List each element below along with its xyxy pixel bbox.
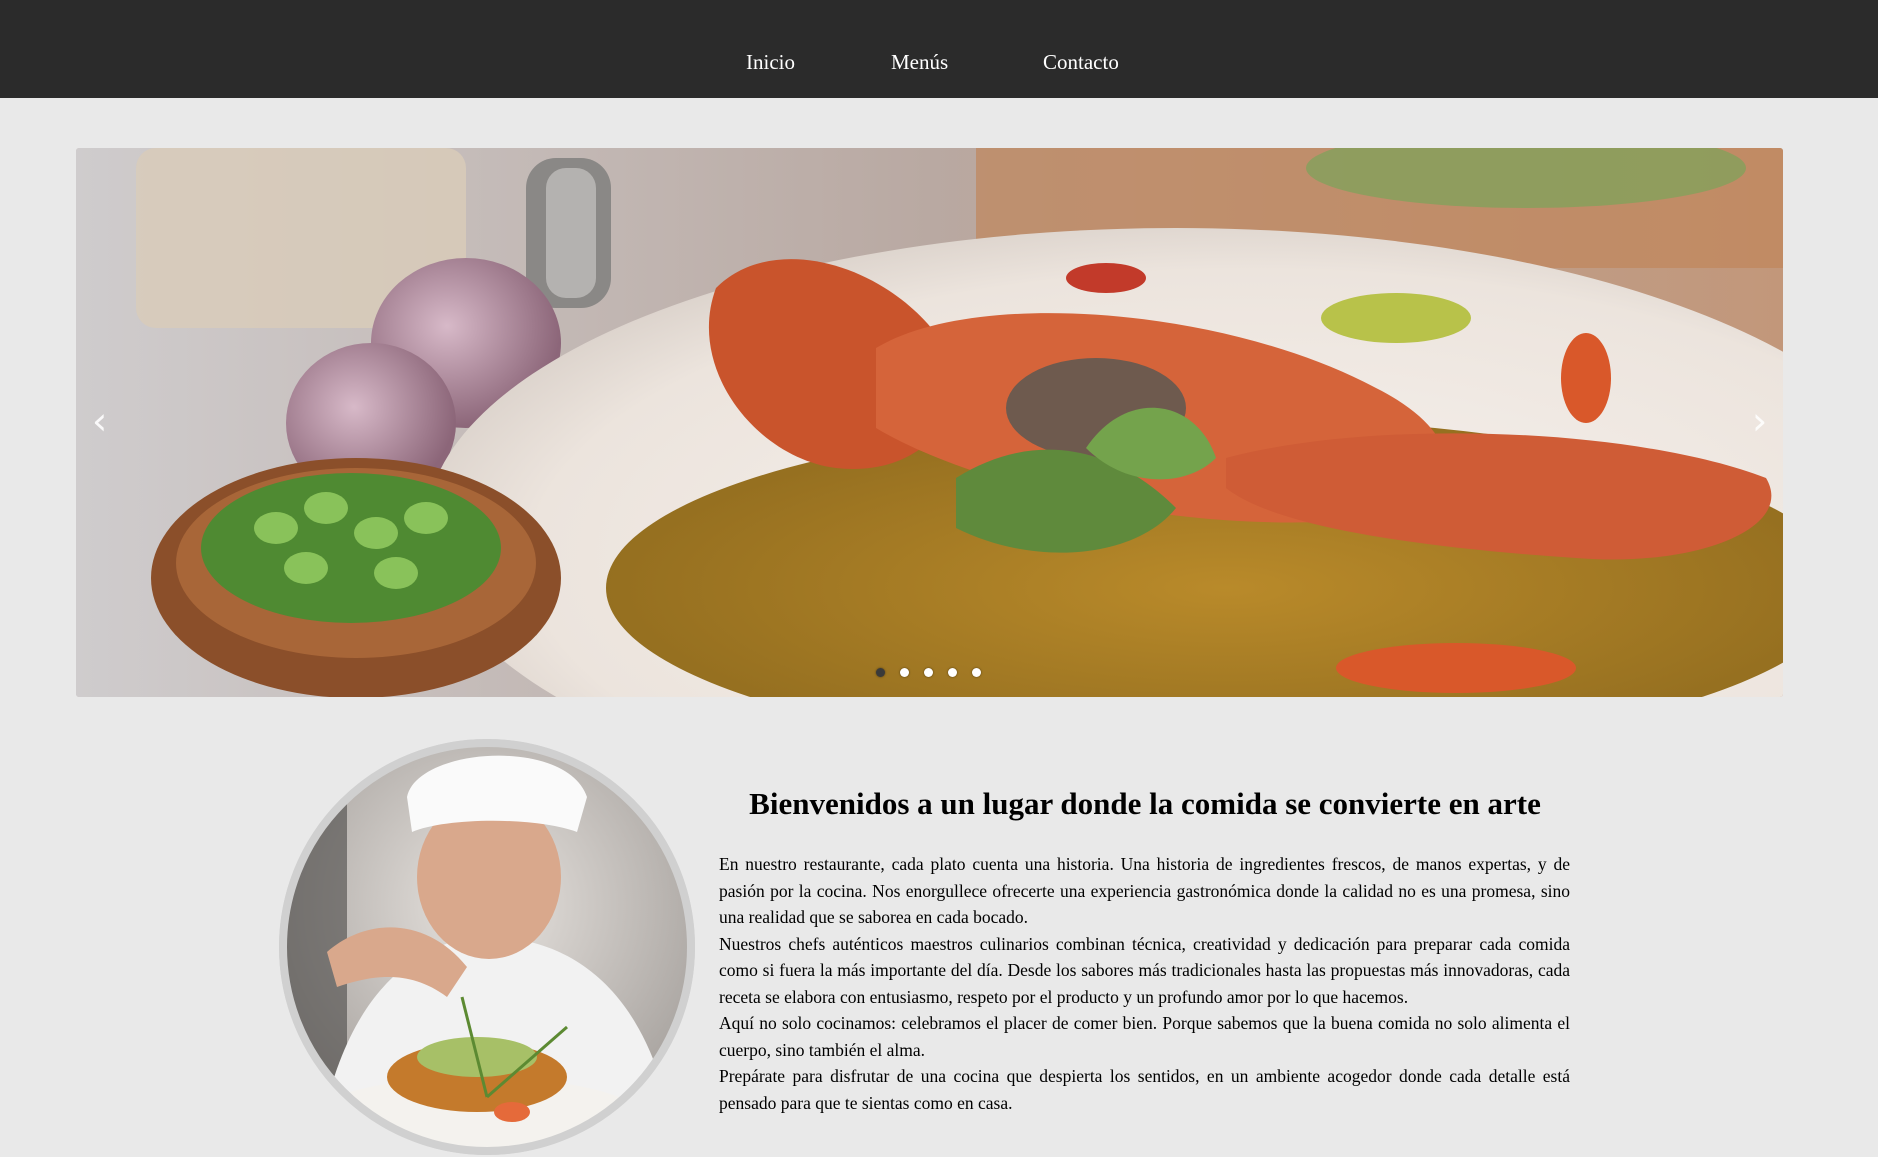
nav-link-contacto[interactable]: Contacto	[1043, 48, 1119, 76]
intro-paragraph: Aquí no solo cocinamos: celebramos el pl…	[719, 1013, 1570, 1060]
intro-paragraph: Prepárate para disfrutar de una cocina q…	[719, 1066, 1570, 1113]
nav-link-menus[interactable]: Menús	[891, 48, 948, 76]
carousel-prev-icon[interactable]: ‹	[92, 402, 107, 440]
page-title: Bienvenidos a un lugar donde la comida s…	[749, 786, 1541, 821]
intro-paragraph: Nuestros chefs auténticos maestros culin…	[719, 933, 1570, 1007]
intro-text: En nuestro restaurante, cada plato cuent…	[719, 851, 1570, 1116]
carousel-indicators	[876, 668, 981, 677]
chef-photo	[279, 739, 695, 1155]
carousel-next-icon[interactable]: ›	[1752, 402, 1767, 440]
top-navbar: Inicio Menús Contacto	[0, 0, 1878, 98]
carousel-slide-image	[76, 148, 1783, 697]
intro-paragraph: En nuestro restaurante, cada plato cuent…	[719, 854, 1570, 927]
carousel-dot[interactable]	[972, 668, 981, 677]
carousel-dot[interactable]	[924, 668, 933, 677]
carousel-dot[interactable]	[948, 668, 957, 677]
hero-carousel: ‹ ›	[76, 148, 1783, 697]
carousel-dot[interactable]	[900, 668, 909, 677]
nav-link-inicio[interactable]: Inicio	[746, 48, 795, 76]
carousel-dot[interactable]	[876, 668, 885, 677]
